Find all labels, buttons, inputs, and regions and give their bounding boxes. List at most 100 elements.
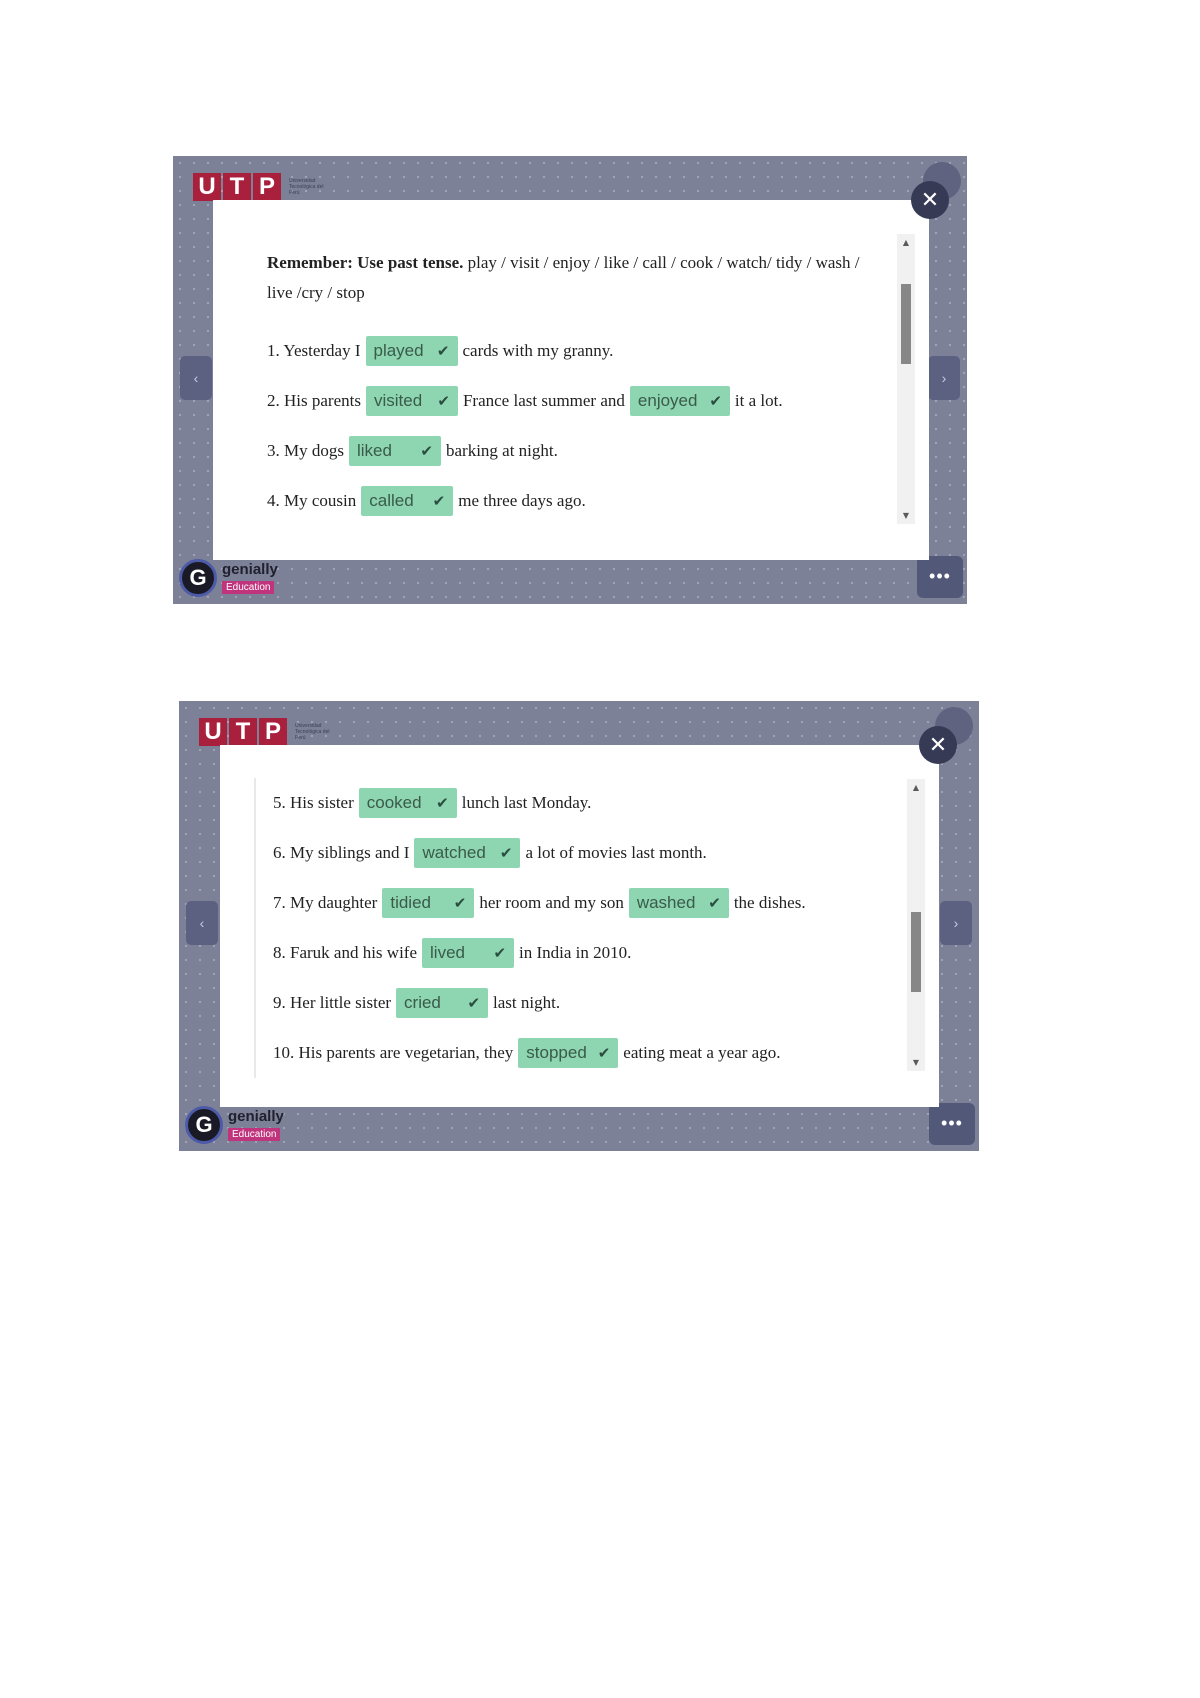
check-icon: ✔: [436, 794, 449, 812]
sentence-end: last night.: [493, 993, 561, 1012]
check-icon: ✔: [493, 944, 507, 962]
scroll-up-arrow[interactable]: ▲: [907, 783, 925, 792]
exercise-item: 8. Faruk and his wife lived ✔ in India i…: [273, 928, 894, 978]
sentence-start: 7. My daughter: [273, 893, 378, 912]
check-icon: ✔: [437, 392, 450, 410]
sentence-middle: France last summer and: [462, 391, 625, 410]
check-icon: ✔: [420, 442, 433, 460]
check-icon: ✔: [436, 342, 450, 360]
answer-field[interactable]: cried ✔: [396, 988, 489, 1018]
check-icon: ✔: [709, 392, 722, 410]
exercise-item: 5. His sister cooked ✔ lunch last Monday…: [273, 778, 894, 828]
sentence-start: 1. Yesterday I: [267, 341, 361, 360]
exercise-item: 2. His parents visited ✔ France last sum…: [267, 376, 867, 426]
prev-slide-button[interactable]: ‹: [180, 356, 212, 400]
logo-letter: U: [193, 173, 221, 201]
check-icon: ✔: [597, 1044, 611, 1062]
check-icon: ✔: [432, 492, 446, 510]
scroll-down-arrow[interactable]: ▼: [907, 1058, 925, 1067]
check-icon: ✔: [467, 994, 481, 1012]
answer-field[interactable]: tidied ✔: [382, 888, 475, 918]
sentence-end: the dishes.: [733, 893, 806, 912]
sentence-start: 8. Faruk and his wife: [273, 943, 418, 962]
genially-g-icon: G: [185, 1106, 223, 1144]
answer-text: washed: [636, 893, 696, 912]
instructions-label: Remember: Use past tense.: [267, 253, 464, 272]
answer-text: liked: [356, 441, 392, 460]
slide-screenshot-2: U T P Universidad Tecnológica del Perú ‹…: [179, 701, 979, 1151]
answer-field[interactable]: washed ✔: [628, 888, 729, 918]
more-menu-button[interactable]: •••: [917, 556, 963, 598]
genially-brand: G genially Education: [179, 559, 278, 597]
answer-field[interactable]: cooked ✔: [358, 788, 457, 818]
genially-g-icon: G: [179, 559, 217, 597]
scroll-thumb[interactable]: [911, 912, 921, 992]
brand-tag: Education: [222, 580, 275, 594]
sentence-start: 9. Her little sister: [273, 993, 392, 1012]
exercise-item: 9. Her little sister cried ✔ last night.: [273, 978, 894, 1028]
sentence-end: in India in 2010.: [519, 943, 632, 962]
scroll-thumb[interactable]: [901, 284, 911, 364]
sentence-end: barking at night.: [445, 441, 558, 460]
genially-brand: G genially Education: [185, 1106, 284, 1144]
answer-text: visited: [373, 391, 423, 410]
exercise-content: 5. His sister cooked ✔ lunch last Monday…: [254, 778, 894, 1078]
answer-field[interactable]: visited ✔: [365, 386, 458, 416]
answer-text: enjoyed: [637, 391, 698, 410]
slide-screenshot-1: U T P Universidad Tecnológica del Perú ‹…: [173, 156, 967, 604]
utp-logo: U T P Universidad Tecnológica del Perú: [193, 173, 335, 201]
sentence-end: eating meat a year ago.: [623, 1043, 781, 1062]
close-modal-button[interactable]: ✕: [919, 726, 957, 764]
sentence-end: me three days ago.: [458, 491, 586, 510]
instructions: Remember: Use past tense. play / visit /…: [267, 248, 867, 308]
answer-text: called: [369, 491, 414, 510]
answer-field[interactable]: called ✔: [361, 486, 454, 516]
answer-text: played: [373, 341, 424, 360]
answer-field[interactable]: liked ✔: [348, 436, 441, 466]
brand-name: genially: [228, 1107, 284, 1125]
exercise-item: 4. My cousin called ✔ me three days ago.: [267, 476, 867, 526]
sentence-start: 10. His parents are vegetarian, they: [273, 1043, 514, 1062]
answer-text: watched: [422, 843, 486, 862]
answer-text: lived: [430, 943, 465, 962]
modal-scrollbar[interactable]: ▲ ▼: [907, 779, 925, 1071]
logo-letter: P: [253, 173, 281, 201]
utp-logo: U T P Universidad Tecnológica del Perú: [199, 718, 341, 746]
sentence-end: lunch last Monday.: [461, 793, 592, 812]
answer-field[interactable]: stopped ✔: [518, 1038, 619, 1068]
answer-field[interactable]: watched ✔: [414, 838, 521, 868]
prev-slide-button[interactable]: ‹: [186, 901, 218, 945]
sentence-end: it a lot.: [734, 391, 783, 410]
more-menu-button[interactable]: •••: [929, 1103, 975, 1145]
check-icon: ✔: [453, 894, 467, 912]
close-modal-button[interactable]: ✕: [911, 181, 949, 219]
next-slide-button[interactable]: ›: [928, 356, 960, 400]
sentence-start: 3. My dogs: [267, 441, 344, 460]
scroll-up-arrow[interactable]: ▲: [897, 238, 915, 247]
answer-field[interactable]: played ✔: [365, 336, 458, 366]
sentence-start: 2. His parents: [267, 391, 361, 410]
answer-text: tidied: [390, 893, 431, 912]
brand-tag: Education: [228, 1127, 281, 1141]
exercise-item: 6. My siblings and I watched ✔ a lot of …: [273, 828, 894, 878]
modal-scrollbar[interactable]: ▲ ▼: [897, 234, 915, 524]
logo-letter: P: [259, 718, 287, 746]
logo-letter: T: [229, 718, 257, 746]
exercise-modal: ▲ ▼ 5. His sister cooked ✔ lunch last Mo…: [220, 745, 939, 1107]
next-slide-button[interactable]: ›: [940, 901, 972, 945]
exercise-item: 10. His parents are vegetarian, they sto…: [273, 1028, 894, 1078]
exercise-item: 7. My daughter tidied ✔ her room and my …: [273, 878, 894, 928]
sentence-middle: her room and my son: [479, 893, 624, 912]
answer-text: cried: [404, 993, 441, 1012]
answer-field[interactable]: lived ✔: [422, 938, 515, 968]
check-icon: ✔: [499, 844, 513, 862]
exercise-modal: ▲ ▼ Remember: Use past tense. play / vis…: [213, 200, 929, 560]
content-divider: [254, 778, 256, 1078]
answer-field[interactable]: enjoyed ✔: [629, 386, 730, 416]
sentence-end: a lot of movies last month.: [525, 843, 707, 862]
exercise-item: 3. My dogs liked ✔ barking at night.: [267, 426, 867, 476]
logo-letter: U: [199, 718, 227, 746]
answer-text: stopped: [526, 1043, 587, 1062]
scroll-down-arrow[interactable]: ▼: [897, 511, 915, 520]
exercise-item: 1. Yesterday I played ✔ cards with my gr…: [267, 326, 867, 376]
